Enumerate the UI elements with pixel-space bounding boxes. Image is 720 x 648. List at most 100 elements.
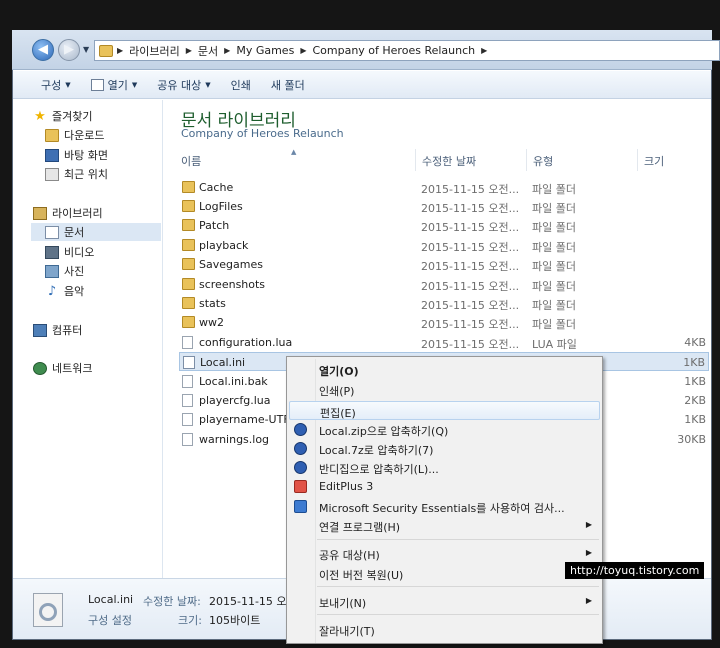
- address-bar[interactable]: ▶ 라이브러리 ▶ 문서 ▶ My Games ▶ Company of Her…: [94, 40, 720, 61]
- file-date: 2015-11-15 오전...: [421, 318, 520, 331]
- print-button[interactable]: 인쇄: [221, 77, 261, 93]
- network-icon: [33, 361, 47, 375]
- print-label: 인쇄: [230, 78, 251, 92]
- column-header: ▲ 이름 수정한 날짜 유형 크기: [164, 148, 711, 171]
- file-size: 30KB: [677, 433, 706, 446]
- menu-item-cut[interactable]: 잘라내기(T): [289, 620, 600, 639]
- menu-label: 인쇄(P): [319, 385, 355, 398]
- sidebar-item-recent[interactable]: 최근 위치: [45, 165, 108, 183]
- sidebar-item-computer[interactable]: 컴퓨터: [33, 321, 82, 339]
- computer-icon: [33, 323, 47, 337]
- forward-button[interactable]: ▶: [58, 39, 80, 61]
- back-button[interactable]: ◀: [32, 39, 54, 61]
- file-name: Local.ini.bak: [199, 375, 268, 388]
- file-type: LUA 파일: [532, 338, 577, 351]
- sidebar-item-network[interactable]: 네트워크: [33, 359, 92, 377]
- command-bar: 구성 ▼ 열기 ▼ 공유 대상 ▼ 인쇄 새 폴더: [13, 71, 711, 99]
- history-dropdown-icon[interactable]: ▼: [83, 45, 89, 54]
- menu-item-share[interactable]: 공유 대상(H) ▶: [289, 544, 600, 563]
- folder-icon: [182, 181, 195, 193]
- sidebar-item-pictures[interactable]: 사진: [45, 262, 84, 280]
- column-divider[interactable]: [637, 149, 638, 171]
- sidebar-item-documents[interactable]: 문서: [31, 223, 161, 241]
- file-size: 4KB: [684, 336, 706, 349]
- file-icon: [182, 413, 193, 426]
- share-button[interactable]: 공유 대상 ▼: [147, 77, 220, 93]
- sidebar-item-libraries[interactable]: 라이브러리: [33, 204, 103, 222]
- menu-item-print[interactable]: 인쇄(P): [289, 380, 600, 399]
- breadcrumb-company-of-heroes[interactable]: Company of Heroes Relaunch: [306, 44, 481, 57]
- sidebar-item-favorites[interactable]: ★ 즐겨찾기: [33, 107, 92, 125]
- details-file-name: Local.ini: [88, 593, 134, 606]
- menu-label: 반디집으로 압축하기(L)...: [319, 463, 439, 476]
- menu-item-edit[interactable]: 편집(E): [289, 401, 600, 420]
- menu-item-compress-bandizip[interactable]: 반디집으로 압축하기(L)...: [289, 458, 600, 477]
- file-row[interactable]: stats 2015-11-15 오전... 파일 폴더: [179, 294, 709, 313]
- library-icon: [33, 206, 47, 220]
- file-size: 1KB: [684, 413, 706, 426]
- folder-icon: [99, 44, 113, 57]
- chevron-down-icon: ▼: [205, 80, 211, 89]
- navigation-bar: ◀ ▶ ▼ ▶ 라이브러리 ▶ 문서 ▶ My Games ▶ Company …: [12, 30, 720, 70]
- menu-item-editplus[interactable]: EditPlus 3: [289, 477, 600, 496]
- menu-item-security-scan[interactable]: Microsoft Security Essentials를 사용하여 검사..…: [289, 497, 600, 516]
- file-name: warnings.log: [199, 433, 270, 446]
- menu-item-open-with[interactable]: 연결 프로그램(H) ▶: [289, 516, 600, 535]
- sort-ascending-icon: ▲: [291, 148, 297, 156]
- file-row[interactable]: ww2 2015-11-15 오전... 파일 폴더: [179, 313, 709, 332]
- menu-label: Microsoft Security Essentials를 사용하여 검사..…: [319, 502, 565, 515]
- breadcrumb-my-games[interactable]: My Games: [230, 44, 300, 57]
- chevron-right-icon[interactable]: ▶: [481, 46, 487, 55]
- organize-button[interactable]: 구성 ▼: [31, 77, 81, 93]
- menu-item-compress-zip[interactable]: Local.zip으로 압축하기(Q): [289, 420, 600, 439]
- video-icon: [45, 245, 59, 259]
- file-size: 2KB: [684, 394, 706, 407]
- sidebar-label: 비디오: [64, 246, 95, 259]
- details-date-value: 2015-11-15 오전: [209, 595, 297, 608]
- file-row[interactable]: configuration.lua 2015-11-15 오전... LUA 파…: [179, 333, 709, 352]
- download-folder-icon: [45, 128, 59, 142]
- new-folder-button[interactable]: 새 폴더: [261, 77, 315, 93]
- file-name: Local.ini: [200, 356, 246, 369]
- breadcrumb-documents[interactable]: 문서: [192, 43, 224, 59]
- column-type[interactable]: 유형: [533, 153, 553, 169]
- column-size[interactable]: 크기: [644, 153, 664, 169]
- file-date: 2015-11-15 오전...: [421, 241, 520, 254]
- menu-label: 잘라내기(T): [319, 625, 375, 638]
- file-row[interactable]: Cache 2015-11-15 오전... 파일 폴더: [179, 178, 709, 197]
- column-divider[interactable]: [526, 149, 527, 171]
- details-date-label: 수정한 날짜:: [143, 595, 201, 608]
- file-row[interactable]: Savegames 2015-11-15 오전... 파일 폴더: [179, 255, 709, 274]
- breadcrumb-libraries[interactable]: 라이브러리: [123, 43, 186, 59]
- open-button[interactable]: 열기 ▼: [81, 77, 148, 93]
- file-name: ww2: [199, 316, 224, 329]
- column-name[interactable]: 이름: [181, 153, 201, 169]
- sidebar-item-downloads[interactable]: 다운로드: [45, 126, 104, 144]
- picture-icon: [45, 264, 59, 278]
- column-date[interactable]: 수정한 날짜: [422, 153, 476, 169]
- navigation-pane: ★ 즐겨찾기 다운로드 바탕 화면 최근 위치 라이브러리 문서 비디오 사진 …: [13, 100, 163, 578]
- file-row[interactable]: screenshots 2015-11-15 오전... 파일 폴더: [179, 275, 709, 294]
- file-row[interactable]: playback 2015-11-15 오전... 파일 폴더: [179, 236, 709, 255]
- file-row[interactable]: LogFiles 2015-11-15 오전... 파일 폴더: [179, 197, 709, 216]
- menu-separator: [317, 586, 599, 587]
- sidebar-item-desktop[interactable]: 바탕 화면: [45, 146, 108, 164]
- sidebar-item-videos[interactable]: 비디오: [45, 243, 94, 261]
- sidebar-item-music[interactable]: ♪ 음악: [45, 282, 84, 300]
- menu-label: 열기(O): [319, 365, 359, 378]
- sidebar-label: 바탕 화면: [64, 149, 108, 162]
- file-date: 2015-11-15 오전...: [421, 221, 520, 234]
- file-row[interactable]: Patch 2015-11-15 오전... 파일 폴더: [179, 216, 709, 235]
- bandizip-icon: [294, 442, 307, 455]
- menu-item-compress-7z[interactable]: Local.7z로 압축하기(7): [289, 439, 600, 458]
- menu-separator: [317, 614, 599, 615]
- file-date: 2015-11-15 오전...: [421, 183, 520, 196]
- menu-item-restore-versions[interactable]: 이전 버전 복원(U): [289, 564, 600, 583]
- menu-item-send-to[interactable]: 보내기(N) ▶: [289, 592, 600, 611]
- menu-item-open[interactable]: 열기(O): [289, 360, 600, 379]
- share-label: 공유 대상: [157, 78, 202, 92]
- column-divider[interactable]: [415, 149, 416, 171]
- file-date: 2015-11-15 오전...: [421, 280, 520, 293]
- submenu-arrow-icon: ▶: [585, 596, 592, 605]
- file-icon: [182, 336, 193, 349]
